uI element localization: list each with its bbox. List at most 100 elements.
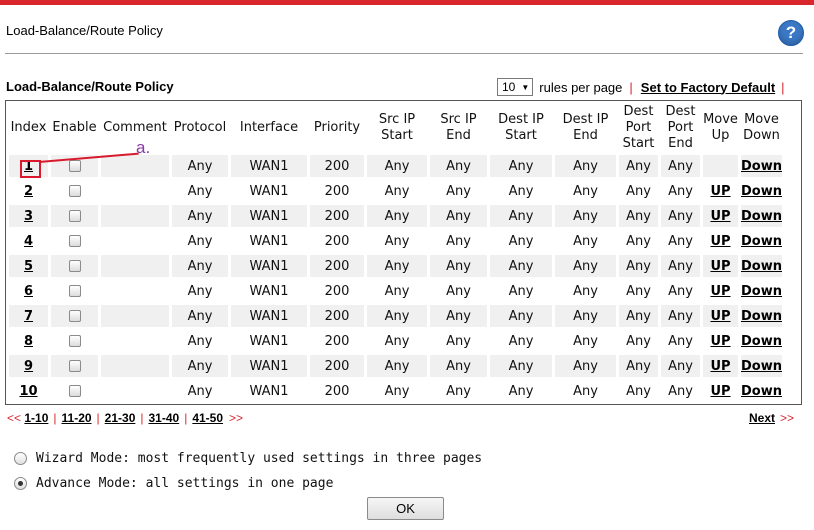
enable-cell (51, 205, 98, 227)
port-start-cell: Any (619, 205, 658, 227)
move-down-link[interactable]: Down (741, 359, 782, 374)
dest-start-cell: Any (508, 283, 534, 299)
protocol-cell: Any (187, 333, 213, 349)
move-down-link[interactable]: Down (741, 159, 782, 174)
interface-cell: WAN1 (249, 183, 289, 199)
next-page-arrows[interactable]: >> (780, 411, 794, 425)
move-up-link[interactable]: UP (710, 309, 730, 324)
enable-cell (51, 230, 98, 252)
more-pages-arrows[interactable]: >> (229, 411, 243, 425)
move-up-link[interactable]: UP (710, 359, 730, 374)
rule-index-link[interactable]: 9 (24, 359, 33, 374)
rule-index-link[interactable]: 5 (24, 259, 33, 274)
pagination: << 1-10 | 11-20 | 21-30 | 31-40 | 41-50 >> (7, 411, 243, 425)
move-up-cell: UP (703, 180, 738, 202)
move-down-link[interactable]: Down (741, 284, 782, 299)
priority-cell: 200 (324, 333, 350, 349)
dest-end-cell: Any (555, 305, 616, 327)
help-icon[interactable]: ? (778, 20, 804, 46)
rule-index-link[interactable]: 3 (24, 209, 33, 224)
dest-start-cell: Any (490, 205, 552, 227)
column-header: Enable (52, 120, 97, 135)
move-up-cell (703, 155, 738, 177)
enable-checkbox[interactable] (68, 285, 81, 297)
rules-per-page-select[interactable]: 10 ▼ (497, 78, 534, 96)
src-end-cell: Any (446, 233, 471, 249)
move-down-link[interactable]: Down (741, 184, 782, 199)
dest-end-cell: Any (573, 233, 598, 249)
interface-cell: WAN1 (231, 155, 307, 177)
set-factory-default-link[interactable]: Set to Factory Default (641, 80, 775, 95)
move-up-link[interactable]: UP (710, 334, 730, 349)
page-separator: | (184, 411, 188, 425)
ok-button[interactable]: OK (367, 497, 444, 520)
index-cell: 5 (9, 255, 48, 277)
src-start-cell: Any (367, 305, 427, 327)
move-up-cell: UP (703, 230, 738, 252)
move-up-link[interactable]: UP (710, 284, 730, 299)
move-up-link[interactable]: UP (710, 234, 730, 249)
enable-checkbox[interactable] (68, 360, 81, 372)
rule-index-link[interactable]: 4 (24, 234, 33, 249)
move-up-cell: UP (703, 205, 738, 227)
chevron-down-icon: ▼ (521, 82, 530, 92)
enable-checkbox[interactable] (68, 185, 81, 197)
move-up-link[interactable]: UP (710, 184, 730, 199)
enable-checkbox[interactable] (68, 335, 81, 347)
src-end-cell: Any (446, 283, 471, 299)
move-down-link[interactable]: Down (741, 384, 782, 399)
rule-index-link[interactable]: 10 (19, 384, 37, 399)
protocol-cell: Any (172, 155, 228, 177)
interface-cell: WAN1 (231, 255, 307, 277)
move-up-link[interactable]: UP (710, 209, 730, 224)
prev-page-arrows[interactable]: << (7, 411, 21, 425)
dest-end-cell: Any (573, 333, 598, 349)
enable-checkbox[interactable] (68, 235, 81, 247)
move-down-link[interactable]: Down (741, 309, 782, 324)
src-end-cell: Any (430, 255, 487, 277)
enable-checkbox[interactable] (68, 385, 81, 397)
port-end-cell: Any (661, 355, 700, 377)
rule-index-link[interactable]: 7 (24, 309, 33, 324)
page-range-link[interactable]: 1-10 (24, 411, 48, 425)
rule-index-link[interactable]: 8 (24, 334, 33, 349)
wizard-mode-option[interactable]: Wizard Mode: most frequently used settin… (14, 451, 482, 466)
enable-checkbox[interactable] (68, 160, 81, 172)
move-down-link[interactable]: Down (741, 334, 782, 349)
move-down-link[interactable]: Down (741, 234, 782, 249)
interface-cell: WAN1 (231, 305, 307, 327)
wizard-mode-radio[interactable] (14, 452, 27, 465)
column-header: Move Up (703, 112, 738, 143)
priority-cell: 200 (324, 183, 350, 199)
protocol-cell: Any (172, 255, 228, 277)
column-header: Interface (239, 120, 299, 135)
page-range-link[interactable]: 41-50 (192, 411, 223, 425)
port-end-cell: Any (661, 205, 700, 227)
page-range-link[interactable]: 21-30 (105, 411, 136, 425)
enable-checkbox[interactable] (68, 310, 81, 322)
rules-per-page-label: rules per page (539, 79, 623, 95)
next-pagination: Next >> (749, 411, 794, 425)
move-down-link[interactable]: Down (741, 209, 782, 224)
src-end-cell: Any (430, 355, 487, 377)
index-cell: 10 (9, 380, 48, 402)
move-up-link[interactable]: UP (710, 259, 730, 274)
page-range-link[interactable]: 11-20 (62, 411, 92, 425)
advance-mode-option[interactable]: Advance Mode: all settings in one page (14, 476, 333, 491)
page-range-link[interactable]: 31-40 (149, 411, 180, 425)
port-end-cell: Any (668, 183, 693, 199)
next-page-link[interactable]: Next (749, 411, 775, 425)
move-down-cell: Down (741, 330, 782, 352)
protocol-cell: Any (172, 355, 228, 377)
rule-index-link[interactable]: 2 (24, 184, 33, 199)
enable-checkbox[interactable] (68, 210, 81, 222)
enable-cell (51, 355, 98, 377)
advance-mode-radio[interactable] (14, 477, 27, 490)
rule-index-link[interactable]: 6 (24, 284, 33, 299)
move-down-link[interactable]: Down (741, 259, 782, 274)
port-start-cell: Any (626, 383, 651, 399)
enable-checkbox[interactable] (68, 260, 81, 272)
protocol-cell: Any (187, 283, 213, 299)
move-up-cell: UP (703, 280, 738, 302)
move-up-link[interactable]: UP (710, 384, 730, 399)
